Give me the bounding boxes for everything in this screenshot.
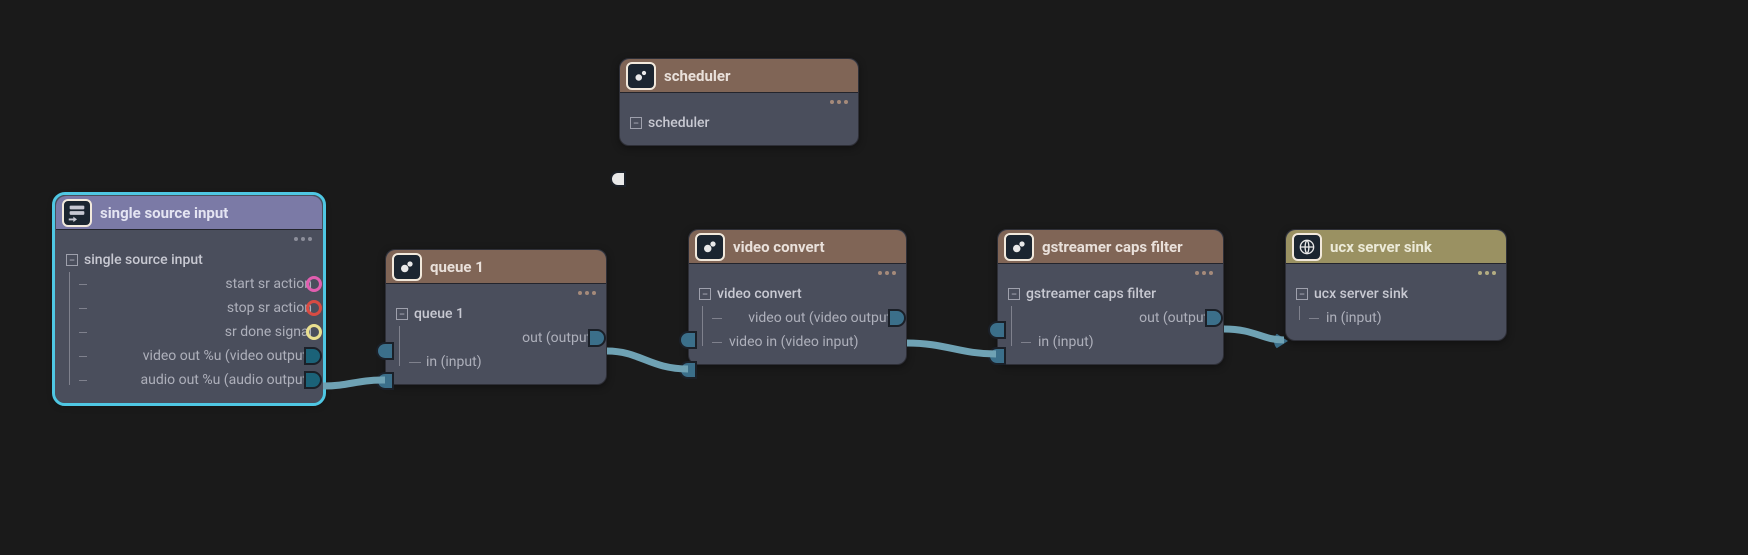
sink-group-label: ucx server sink	[1314, 286, 1408, 302]
row-video-out: video out %u (video output)	[76, 344, 312, 368]
vconvert-group-label: video convert	[717, 286, 802, 302]
row-queue-out: out (output)	[406, 326, 596, 350]
scheduler-menu[interactable]	[620, 93, 858, 111]
source-group: − single source input	[66, 252, 312, 268]
collapse-button[interactable]: −	[396, 308, 408, 320]
port-queue-out[interactable]	[588, 329, 606, 347]
port-stop-sr[interactable]	[306, 300, 322, 316]
row-caps-out: out (output)	[1018, 306, 1213, 330]
sink-menu[interactable]	[1286, 264, 1506, 282]
scheduler-group-label: scheduler	[648, 115, 709, 131]
node-vconvert[interactable]: video convert − video convert video out …	[688, 229, 907, 365]
label-caps-in: in (input)	[1038, 334, 1094, 350]
scheduler-titlebar[interactable]: scheduler	[620, 59, 858, 93]
scheduler-title: scheduler	[664, 67, 850, 85]
caps-menu[interactable]	[998, 264, 1223, 282]
row-vconvert-in: video in (video input)	[709, 330, 896, 354]
port-done-signal[interactable]	[306, 324, 322, 340]
caps-title: gstreamer caps filter	[1042, 238, 1215, 256]
label-stop-sr: stop sr action	[227, 300, 312, 316]
scheduler-group: − scheduler	[630, 115, 848, 131]
label-video-out: video out %u (video output)	[143, 348, 312, 364]
label-start-sr: start sr action	[225, 276, 312, 292]
label-caps-out: out (output)	[1139, 310, 1213, 326]
collapse-button[interactable]: −	[66, 254, 78, 266]
caps-titlebar[interactable]: gstreamer caps filter	[998, 230, 1223, 264]
queue1-title: queue 1	[430, 258, 598, 276]
port-sink-in[interactable]	[1274, 332, 1288, 350]
source-title: single source input	[100, 204, 314, 222]
port-audio-out[interactable]	[304, 371, 322, 389]
node-sink[interactable]: ucx server sink − ucx server sink in (in…	[1285, 229, 1507, 341]
node-caps[interactable]: gstreamer caps filter − gstreamer caps f…	[997, 229, 1224, 365]
queue1-group: − queue 1	[396, 306, 596, 322]
gears-icon	[1004, 233, 1034, 261]
port-queue-aux-in[interactable]	[376, 342, 394, 360]
queue1-menu[interactable]	[386, 284, 606, 302]
sink-titlebar[interactable]: ucx server sink	[1286, 230, 1506, 264]
vconvert-titlebar[interactable]: video convert	[689, 230, 906, 264]
port-caps-in[interactable]	[988, 347, 1006, 365]
caps-group: − gstreamer caps filter	[1008, 286, 1213, 302]
row-stop-sr: stop sr action	[76, 296, 312, 320]
label-queue-out: out (output)	[522, 330, 596, 346]
queue1-group-label: queue 1	[414, 306, 464, 322]
source-titlebar[interactable]: single source input	[56, 196, 322, 230]
port-video-out[interactable]	[304, 347, 322, 365]
edge-queue-vconvert	[607, 351, 688, 369]
collapse-button[interactable]: −	[1296, 288, 1308, 300]
gears-icon	[392, 253, 422, 281]
label-sink-in: in (input)	[1326, 310, 1382, 326]
server-arrow-icon	[62, 199, 92, 227]
row-queue-in: in (input)	[406, 350, 596, 374]
row-sink-in: in (input)	[1306, 306, 1496, 330]
port-queue-in[interactable]	[376, 372, 394, 390]
port-caps-out[interactable]	[1205, 309, 1223, 327]
globe-icon	[1292, 233, 1322, 261]
gears-icon	[695, 233, 725, 261]
port-start-sr[interactable]	[306, 276, 322, 292]
label-vconvert-out: video out (video output)	[748, 310, 896, 326]
label-audio-out: audio out %u (audio output)	[141, 372, 313, 388]
source-menu[interactable]	[56, 230, 322, 248]
row-vconvert-out: video out (video output)	[709, 306, 896, 330]
row-audio-out: audio out %u (audio output)	[76, 368, 312, 392]
gears-icon	[626, 62, 656, 90]
scheduler-port-in[interactable]	[610, 171, 626, 187]
source-group-label: single source input	[84, 252, 203, 268]
sink-title: ucx server sink	[1330, 238, 1498, 256]
node-source[interactable]: single source input − single source inpu…	[55, 195, 323, 403]
collapse-button[interactable]: −	[1008, 288, 1020, 300]
port-vconvert-out[interactable]	[888, 309, 906, 327]
edge-vconvert-caps	[907, 343, 996, 354]
port-caps-aux-in[interactable]	[988, 321, 1006, 339]
port-vconvert-in[interactable]	[679, 361, 697, 379]
collapse-button[interactable]: −	[699, 288, 711, 300]
sink-group: − ucx server sink	[1296, 286, 1496, 302]
node-scheduler[interactable]: scheduler − scheduler	[619, 58, 859, 146]
label-vconvert-in: video in (video input)	[729, 334, 859, 350]
vconvert-title: video convert	[733, 238, 898, 256]
caps-group-label: gstreamer caps filter	[1026, 286, 1156, 302]
row-done-signal: sr done signal	[76, 320, 312, 344]
node-queue1[interactable]: queue 1 − queue 1 out (output) in (input…	[385, 249, 607, 385]
label-queue-in: in (input)	[426, 354, 482, 370]
collapse-button[interactable]: −	[630, 117, 642, 129]
row-start-sr: start sr action	[76, 272, 312, 296]
queue1-titlebar[interactable]: queue 1	[386, 250, 606, 284]
label-done-signal: sr done signal	[225, 324, 312, 340]
vconvert-group: − video convert	[699, 286, 896, 302]
row-caps-in: in (input)	[1018, 330, 1213, 354]
port-vconvert-aux-in[interactable]	[679, 331, 697, 349]
vconvert-menu[interactable]	[689, 264, 906, 282]
